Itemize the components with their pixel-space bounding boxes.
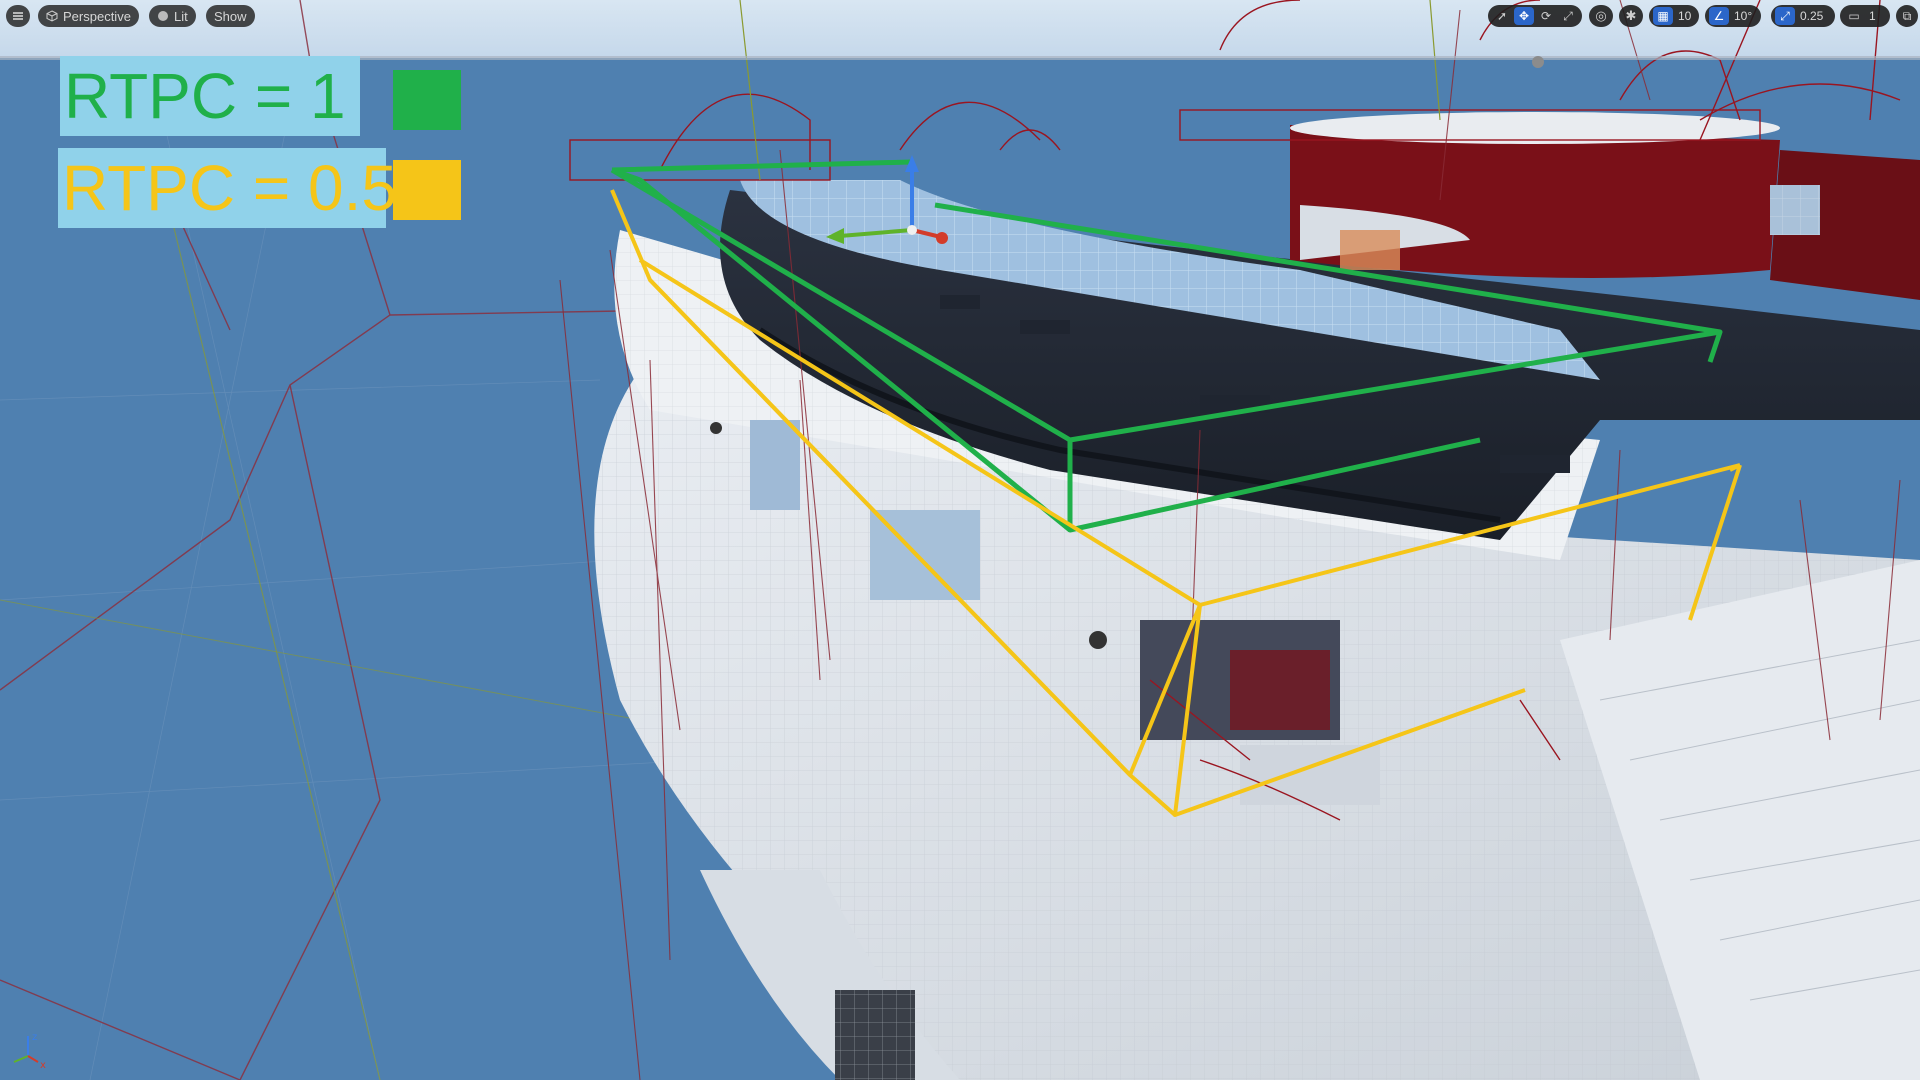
globe-icon: ◎ bbox=[1595, 8, 1607, 23]
maximize-icon: ⧉ bbox=[1902, 8, 1912, 23]
perspective-label: Perspective bbox=[63, 8, 131, 24]
show-button[interactable]: Show bbox=[206, 5, 255, 27]
legend-rtpc-1-label: RTPC = 1 bbox=[60, 56, 360, 136]
move-icon: ✥ bbox=[1518, 9, 1530, 23]
rotate-mode-button[interactable]: ⟳ bbox=[1536, 7, 1556, 25]
viewport-menu-button[interactable] bbox=[6, 5, 30, 27]
legend-rtpc-0.5-text: RTPC = 0.5 bbox=[62, 152, 397, 224]
lit-label: Lit bbox=[174, 8, 188, 24]
camera-speed-value: 1 bbox=[1869, 9, 1876, 23]
rotation-snap-value[interactable]: 10° bbox=[1731, 9, 1755, 23]
coordinate-system-button[interactable]: ◎ bbox=[1589, 5, 1613, 27]
cube-icon bbox=[46, 10, 58, 22]
grid-icon: ▦ bbox=[1653, 7, 1673, 25]
scale-snap-value[interactable]: 0.25 bbox=[1797, 9, 1826, 23]
camera-speed-button[interactable]: ▭ 1 bbox=[1840, 5, 1890, 27]
grid-snap-toggle[interactable]: ▦ 10 bbox=[1649, 5, 1699, 27]
surface-snap-button[interactable]: ✱ bbox=[1619, 5, 1643, 27]
legend-rtpc-0.5-label: RTPC = 0.5 bbox=[58, 148, 397, 228]
hamburger-icon bbox=[12, 10, 24, 22]
select-mode-button[interactable]: ➚ bbox=[1492, 7, 1512, 25]
surface-snap-icon: ✱ bbox=[1625, 8, 1637, 23]
translate-mode-button[interactable]: ✥ bbox=[1514, 7, 1534, 25]
scale-snap-icon: ⤢ bbox=[1775, 7, 1795, 25]
camera-icon: ▭ bbox=[1848, 9, 1860, 23]
sphere-icon bbox=[157, 10, 169, 22]
angle-icon: ∠ bbox=[1709, 7, 1729, 25]
legend-rtpc-1-text: RTPC = 1 bbox=[64, 60, 346, 132]
scale-snap-toggle[interactable]: ⤢ 0.25 bbox=[1771, 5, 1835, 27]
show-label: Show bbox=[214, 8, 247, 24]
grid-snap-value[interactable]: 10 bbox=[1675, 9, 1694, 23]
legend-rtpc-1-swatch bbox=[393, 70, 461, 130]
cursor-icon: ➚ bbox=[1496, 9, 1508, 23]
rotation-snap-toggle[interactable]: ∠ 10° bbox=[1705, 5, 1761, 27]
rotate-icon: ⟳ bbox=[1540, 9, 1552, 23]
axis-z-label: z bbox=[32, 1032, 37, 1043]
scale-mode-button[interactable]: ⤢ bbox=[1558, 7, 1578, 25]
lit-button[interactable]: Lit bbox=[149, 5, 196, 27]
axis-gizmo: z x bbox=[8, 1026, 52, 1071]
viewport[interactable]: Perspective Lit Show ➚ ✥ ⟳ ⤢ ◎ ✱ ▦ 10 ∠ … bbox=[0, 0, 1920, 1080]
maximize-viewport-button[interactable]: ⧉ bbox=[1896, 5, 1918, 27]
axis-x-label: x bbox=[40, 1060, 46, 1070]
transform-mode-group: ➚ ✥ ⟳ ⤢ bbox=[1488, 5, 1582, 27]
perspective-button[interactable]: Perspective bbox=[38, 5, 139, 27]
legend-rtpc-0.5-swatch bbox=[393, 160, 461, 220]
scale-icon: ⤢ bbox=[1563, 8, 1573, 23]
